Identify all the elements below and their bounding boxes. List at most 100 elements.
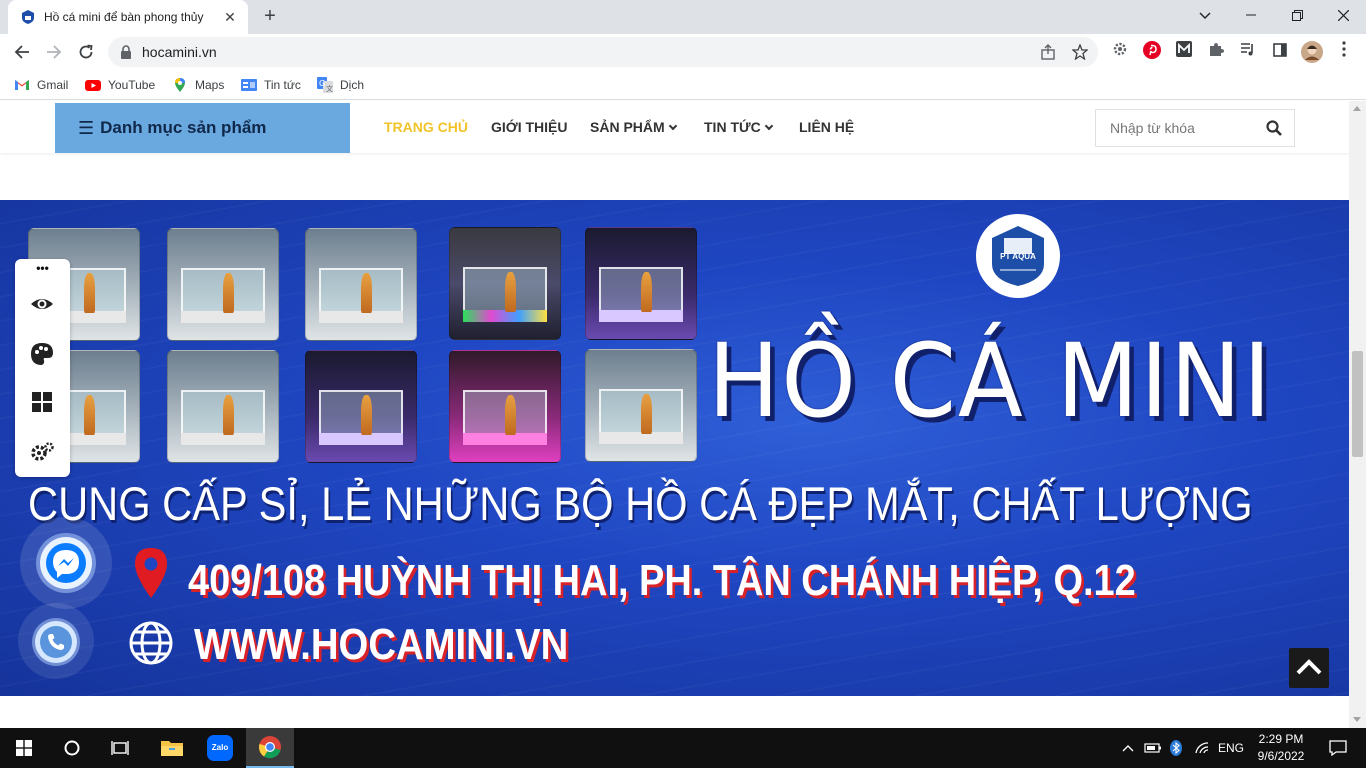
- reload-button[interactable]: [72, 38, 100, 66]
- bookmark-news[interactable]: Tin tức: [241, 76, 301, 94]
- windows-logo-icon: [16, 740, 32, 756]
- hero-banner: PT AQUA HỒ CÁ MINI CUNG CẤP SỈ, LẺ NHỮNG…: [0, 200, 1349, 696]
- minimize-icon: [1246, 14, 1256, 16]
- aquarium-photo: [449, 227, 561, 340]
- browser-menu-icon[interactable]: [1333, 41, 1355, 63]
- extension-gear-icon[interactable]: [1109, 41, 1131, 63]
- minimize-window-button[interactable]: [1228, 0, 1274, 30]
- nav-products[interactable]: SẢN PHẨM: [590, 119, 677, 135]
- show-hidden-icons-button[interactable]: [1116, 728, 1140, 768]
- bookmark-gmail[interactable]: Gmail: [14, 76, 68, 94]
- pinterest-icon[interactable]: [1141, 41, 1163, 63]
- globe-icon: [129, 621, 173, 665]
- settings-icon[interactable]: [29, 439, 55, 465]
- banner-website: WWW.HOCAMINI.VN: [194, 620, 569, 669]
- bookmark-star-icon[interactable]: [1070, 42, 1090, 62]
- clock-date[interactable]: 9/6/2022: [1250, 749, 1312, 763]
- notifications-button[interactable]: [1318, 728, 1358, 768]
- clock-time[interactable]: 2:29 PM: [1250, 732, 1312, 746]
- nav-about[interactable]: GIỚI THIỆU: [491, 119, 568, 135]
- floating-tools-panel: •••: [15, 259, 70, 477]
- new-tab-button[interactable]: +: [258, 5, 282, 29]
- input-language[interactable]: ENG: [1216, 741, 1246, 755]
- eye-icon[interactable]: [29, 291, 55, 317]
- scroll-up-arrow-icon[interactable]: [1353, 106, 1361, 111]
- banner-headline: HỒ CÁ MINI: [708, 322, 1273, 441]
- chrome-taskbar-button[interactable]: [246, 728, 294, 768]
- media-queue-icon[interactable]: [1237, 41, 1259, 63]
- messenger-button[interactable]: [40, 537, 92, 589]
- address-bar[interactable]: hocamini.vn: [108, 37, 1098, 67]
- forward-button[interactable]: [40, 38, 68, 66]
- task-view-icon: [111, 741, 129, 755]
- nav-news[interactable]: TIN TỨC: [704, 119, 773, 135]
- scroll-thumb[interactable]: [1352, 351, 1363, 457]
- chevron-down-icon: [1199, 12, 1211, 19]
- arrow-left-icon: [14, 45, 29, 59]
- tab-strip: Hồ cá mini để bàn phong thủy ✕ +: [0, 0, 1366, 34]
- nav-home[interactable]: TRANG CHỦ: [384, 119, 468, 135]
- url-text: hocamini.vn: [142, 44, 217, 60]
- bookmark-label: YouTube: [108, 78, 156, 92]
- youtube-icon: [85, 80, 101, 91]
- share-icon[interactable]: [1038, 42, 1058, 62]
- brand-logo: PT AQUA: [976, 214, 1060, 298]
- site-search: [1095, 109, 1295, 147]
- more-icon[interactable]: •••: [15, 261, 70, 275]
- site-favicon-icon: [22, 10, 34, 24]
- battery-button[interactable]: [1141, 728, 1165, 768]
- task-view-button[interactable]: [96, 728, 144, 768]
- bluetooth-button[interactable]: [1165, 728, 1187, 768]
- search-icon[interactable]: [1266, 120, 1282, 136]
- restore-window-button[interactable]: [1274, 0, 1320, 30]
- cortana-circle-icon: [64, 740, 80, 756]
- zalo-button[interactable]: Zalo: [196, 728, 244, 768]
- search-input[interactable]: [1096, 110, 1256, 146]
- nav-products-label: SẢN PHẨM: [590, 119, 665, 135]
- aquarium-photo: [305, 228, 417, 341]
- extensions-puzzle-icon[interactable]: [1205, 41, 1227, 63]
- chrome-icon: [258, 736, 281, 759]
- page-scrollbar[interactable]: [1349, 101, 1366, 728]
- nav-contact-label: LIÊN HỆ: [799, 119, 855, 135]
- back-button[interactable]: [8, 38, 36, 66]
- palette-icon[interactable]: [29, 341, 55, 367]
- close-window-button[interactable]: [1320, 0, 1366, 30]
- site-header: ☰ Danh mục sản phẩm TRANG CHỦ GIỚI THIỆU…: [0, 101, 1349, 153]
- file-explorer-button[interactable]: [148, 728, 196, 768]
- svg-text:G: G: [319, 79, 325, 88]
- bookmark-translate[interactable]: G文 Dịch: [317, 76, 364, 94]
- gmail-icon: [15, 80, 29, 90]
- scroll-to-top-button[interactable]: [1289, 648, 1329, 688]
- aquarium-photo: [449, 350, 561, 463]
- search-taskbar-button[interactable]: [48, 728, 96, 768]
- minimize-button[interactable]: [1182, 0, 1228, 30]
- maps-icon: [175, 78, 185, 92]
- logo-text: PT AQUA: [1000, 252, 1036, 261]
- mendeley-icon[interactable]: [1173, 41, 1195, 63]
- network-button[interactable]: [1190, 728, 1214, 768]
- nav-home-label: TRANG CHỦ: [384, 119, 468, 135]
- aquarium-photo: [585, 227, 697, 340]
- zalo-label: Zalo: [211, 743, 229, 752]
- browser-tab[interactable]: Hồ cá mini để bàn phong thủy ✕: [8, 0, 248, 34]
- grid-icon[interactable]: [29, 389, 55, 415]
- bookmark-maps[interactable]: Maps: [172, 76, 224, 94]
- side-panel-icon[interactable]: [1269, 41, 1291, 63]
- nav-news-label: TIN TỨC: [704, 119, 761, 135]
- windows-taskbar: Zalo ENG 2:29 PM 9/6/2022: [0, 728, 1366, 768]
- svg-text:文: 文: [326, 84, 333, 93]
- chevron-up-icon: [1296, 659, 1322, 675]
- start-button[interactable]: [0, 728, 48, 768]
- profile-avatar[interactable]: [1301, 41, 1323, 63]
- bookmark-youtube[interactable]: YouTube: [85, 76, 155, 94]
- category-menu-button[interactable]: ☰ Danh mục sản phẩm: [55, 103, 350, 153]
- scroll-down-arrow-icon[interactable]: [1353, 717, 1361, 722]
- bluetooth-icon: [1170, 740, 1182, 756]
- translate-icon: G文: [317, 77, 333, 93]
- nav-contact[interactable]: LIÊN HỆ: [799, 119, 854, 135]
- call-button[interactable]: [35, 621, 77, 663]
- tab-close-icon[interactable]: ✕: [222, 9, 238, 26]
- messenger-icon: [46, 543, 86, 583]
- bookmark-label: Dịch: [340, 78, 365, 92]
